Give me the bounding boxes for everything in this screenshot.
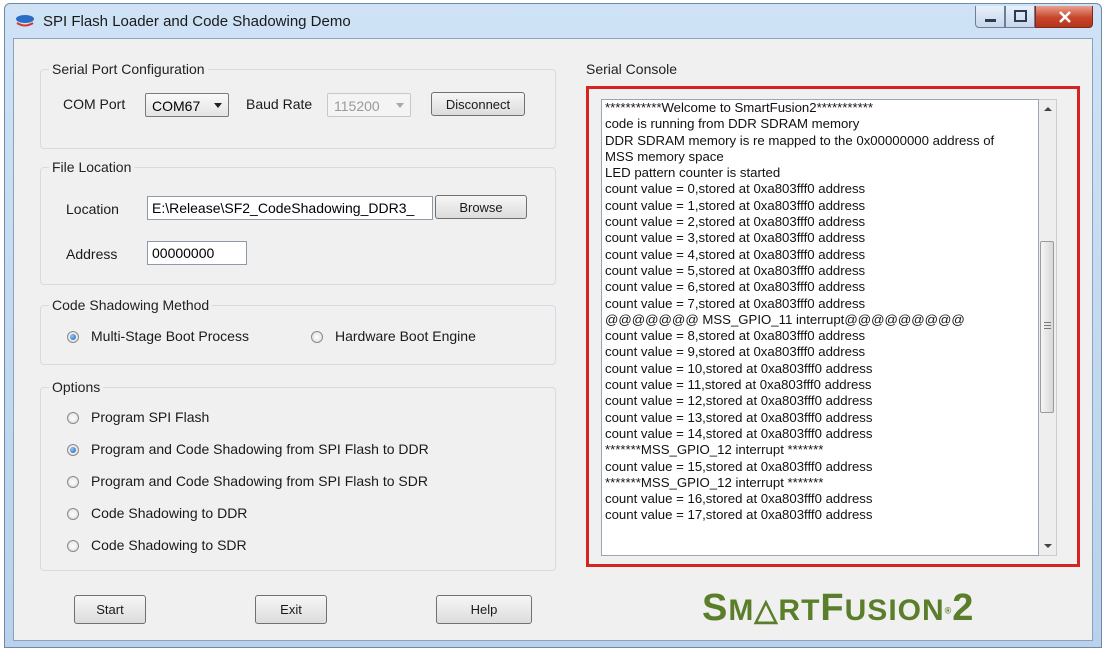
app-window: SPI Flash Loader and Code Shadowing Demo… [4, 3, 1102, 648]
radio-shadow-spi-to-sdr[interactable] [67, 476, 79, 488]
console-line: *******MSS_GPIO_12 interrupt ******* [605, 442, 824, 458]
console-line: count value = 0,stored at 0xa803fff0 add… [605, 181, 866, 197]
minimize-icon [985, 19, 996, 22]
scroll-up-arrow-icon[interactable] [1039, 100, 1056, 118]
console-line: *******MSS_GPIO_12 interrupt ******* [605, 474, 824, 490]
console-line: count value = 14,stored at 0xa803fff0 ad… [605, 425, 873, 441]
exit-button[interactable]: Exit [255, 595, 327, 624]
console-line: count value = 7,stored at 0xa803fff0 add… [605, 295, 866, 311]
console-line: DDR SDRAM memory is re mapped to the 0x0… [605, 132, 995, 148]
smartfusion2-logo: SM△RTFUSION®2 [702, 587, 975, 629]
console-line: count value = 9,stored at 0xa803fff0 add… [605, 344, 866, 360]
file-location-group-label: File Location [49, 159, 135, 175]
file-location-group: File Location Location Browse Address [40, 159, 556, 285]
address-input[interactable] [147, 241, 247, 265]
baud-rate-value: 115200 [334, 98, 380, 114]
scroll-down-arrow-icon[interactable] [1039, 537, 1056, 555]
option-label: Program and Code Shadowing from SPI Flas… [91, 441, 429, 457]
help-button[interactable]: Help [436, 595, 532, 624]
console-line: count value = 3,stored at 0xa803fff0 add… [605, 230, 866, 246]
console-line: count value = 15,stored at 0xa803fff0 ad… [605, 458, 873, 474]
com-port-value: COM67 [152, 98, 201, 114]
shadowing-method-group-label: Code Shadowing Method [49, 297, 213, 313]
client-area: Serial Port Configuration COM Port COM67… [13, 38, 1093, 641]
console-line: count value = 2,stored at 0xa803fff0 add… [605, 214, 866, 230]
console-scrollbar[interactable] [1039, 99, 1057, 556]
console-line: count value = 6,stored at 0xa803fff0 add… [605, 279, 866, 295]
option-label: Code Shadowing to DDR [91, 505, 248, 521]
radio-shadow-spi-to-ddr[interactable] [67, 444, 79, 456]
console-line: count value = 10,stored at 0xa803fff0 ad… [605, 360, 873, 376]
baud-rate-label: Baud Rate [246, 96, 313, 112]
serial-port-group-label: Serial Port Configuration [49, 61, 208, 77]
console-line: code is running from DDR SDRAM memory [605, 116, 860, 132]
grip-icon [1044, 322, 1051, 323]
console-line: @@@@@@@ MSS_GPIO_11 interrupt@@@@@@@@@ [605, 311, 965, 327]
console-line: count value = 5,stored at 0xa803fff0 add… [605, 262, 866, 278]
hardware-boot-engine-label: Hardware Boot Engine [335, 328, 476, 344]
location-label: Location [66, 201, 119, 217]
console-line: count value = 1,stored at 0xa803fff0 add… [605, 197, 866, 213]
close-icon [1059, 11, 1071, 23]
radio-program-spi-flash[interactable] [67, 412, 79, 424]
serial-console-group-label: Serial Console [583, 61, 681, 77]
minimize-button[interactable] [975, 6, 1005, 28]
console-highlight-frame: ***********Welcome to SmartFusion2******… [586, 86, 1080, 567]
maximize-icon [1014, 10, 1027, 22]
options-group: Options Program SPI Flash Program and Co… [40, 379, 556, 571]
console-line: count value = 13,stored at 0xa803fff0 ad… [605, 409, 873, 425]
serial-console-output[interactable]: ***********Welcome to SmartFusion2******… [601, 99, 1039, 556]
shadowing-method-group: Code Shadowing Method Multi-Stage Boot P… [40, 297, 556, 365]
console-line: count value = 16,stored at 0xa803fff0 ad… [605, 491, 873, 507]
radio-shadow-to-ddr[interactable] [67, 508, 79, 520]
chevron-down-icon [396, 103, 404, 108]
radio-multi-stage-boot[interactable] [67, 331, 79, 343]
com-port-label: COM Port [63, 96, 126, 112]
radio-shadow-to-sdr[interactable] [67, 540, 79, 552]
address-label: Address [66, 246, 118, 262]
start-button[interactable]: Start [74, 595, 146, 624]
option-label: Code Shadowing to SDR [91, 537, 247, 553]
option-label: Program SPI Flash [91, 409, 210, 425]
console-line: count value = 12,stored at 0xa803fff0 ad… [605, 393, 873, 409]
disconnect-button[interactable]: Disconnect [431, 92, 525, 116]
console-line: MSS memory space [605, 148, 724, 164]
console-line: count value = 11,stored at 0xa803fff0 ad… [605, 377, 872, 393]
console-line: LED pattern counter is started [605, 165, 781, 181]
close-button[interactable] [1035, 6, 1093, 28]
console-line: count value = 17,stored at 0xa803fff0 ad… [605, 507, 873, 523]
console-line: ***********Welcome to SmartFusion2******… [605, 100, 874, 115]
browse-button[interactable]: Browse [435, 195, 527, 219]
radio-hardware-boot-engine[interactable] [311, 331, 323, 343]
console-line: count value = 4,stored at 0xa803fff0 add… [605, 246, 866, 262]
app-icon [16, 15, 34, 27]
multi-stage-boot-label: Multi-Stage Boot Process [91, 328, 249, 344]
options-group-label: Options [49, 379, 104, 395]
window-title: SPI Flash Loader and Code Shadowing Demo [43, 13, 351, 30]
chevron-down-icon [214, 103, 222, 108]
console-line: count value = 8,stored at 0xa803fff0 add… [605, 328, 866, 344]
maximize-button[interactable] [1005, 6, 1035, 28]
scrollbar-thumb[interactable] [1040, 241, 1054, 413]
option-label: Program and Code Shadowing from SPI Flas… [91, 473, 428, 489]
serial-port-group: Serial Port Configuration COM Port COM67… [40, 61, 556, 149]
location-input[interactable] [147, 196, 433, 220]
title-bar[interactable]: SPI Flash Loader and Code Shadowing Demo [5, 4, 1101, 38]
baud-rate-select[interactable]: 115200 [327, 93, 411, 117]
com-port-select[interactable]: COM67 [145, 93, 229, 117]
